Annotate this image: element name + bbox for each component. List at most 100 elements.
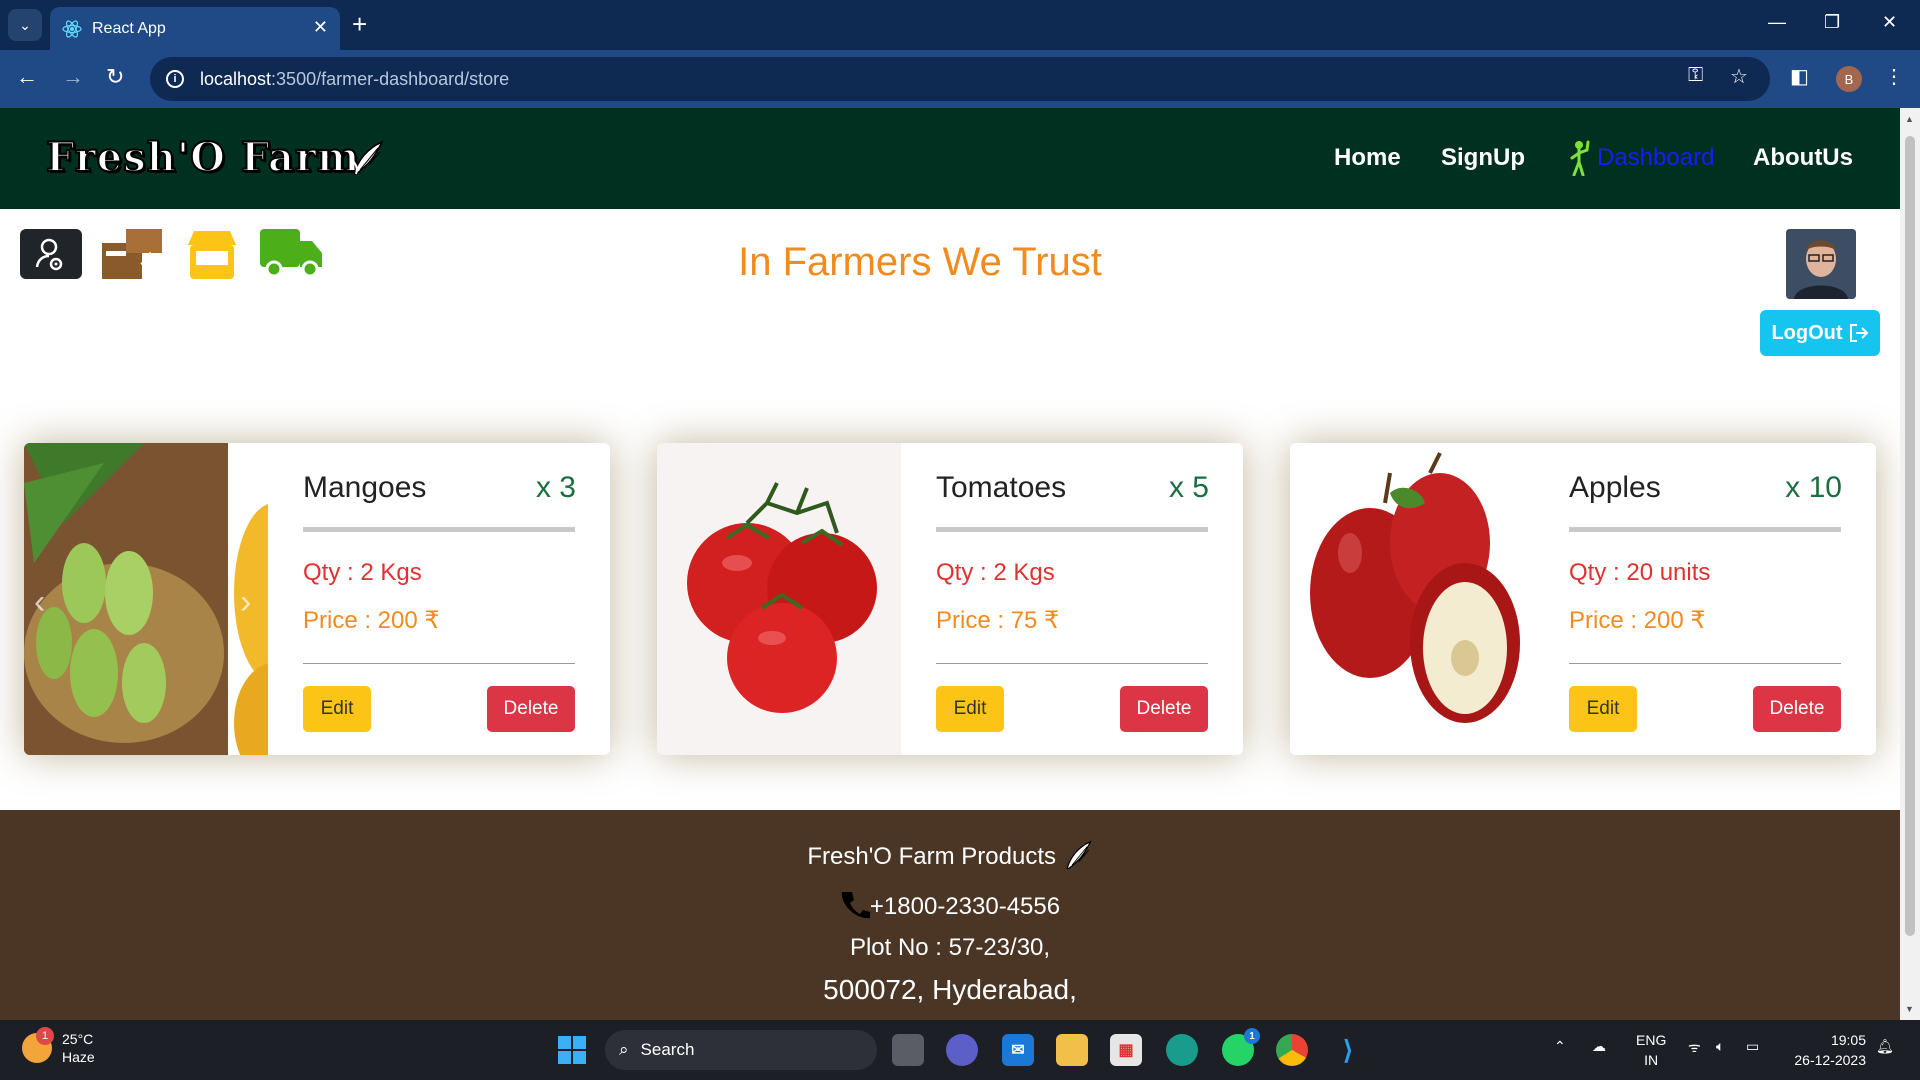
chrome-icon[interactable]: [1276, 1034, 1308, 1066]
vscode-icon[interactable]: ⟩: [1332, 1034, 1364, 1066]
search-icon: ⌕: [619, 1040, 629, 1059]
whatsapp-icon[interactable]: 1: [1222, 1028, 1260, 1066]
store-icon: [188, 231, 236, 279]
taskbar-search[interactable]: ⌕ Search: [605, 1030, 877, 1070]
footer-phone: +1800-2330-4556: [0, 890, 1900, 921]
mail-icon[interactable]: ✉: [1002, 1034, 1034, 1066]
user-avatar[interactable]: [1786, 229, 1856, 299]
wifi-icon[interactable]: ᯤ: [1688, 1038, 1701, 1057]
product-name: Mangoes: [303, 471, 427, 504]
clock-date: 26-12-2023: [1794, 1052, 1866, 1068]
battery-icon[interactable]: ▭: [1746, 1038, 1759, 1055]
address-bar[interactable]: i localhost:3500/farmer-dashboard/store: [150, 57, 1770, 101]
notification-bell-icon[interactable]: 🔔︎: [1876, 1038, 1894, 1055]
profile-avatar[interactable]: B: [1836, 66, 1862, 92]
product-qty: Qty : 2 Kgs: [936, 559, 1055, 586]
delete-button[interactable]: Delete: [487, 686, 575, 732]
edit-button[interactable]: Edit: [936, 686, 1004, 732]
page-scrollbar[interactable]: ▲ ▼: [1900, 108, 1920, 1020]
scrollbar-thumb[interactable]: [1905, 136, 1915, 936]
scroll-down-icon[interactable]: ▼: [1905, 1004, 1914, 1014]
product-carousel[interactable]: [657, 443, 901, 755]
edge-icon[interactable]: [1166, 1034, 1198, 1066]
carousel-next-icon[interactable]: ›: [240, 583, 251, 622]
site-info-icon[interactable]: i: [166, 70, 184, 88]
nav-home[interactable]: Home: [1334, 144, 1401, 172]
tray-overflow-icon[interactable]: ⌃: [1554, 1038, 1566, 1055]
footer-address-line: Plot No : 57-23/30,: [849, 934, 1051, 961]
footer-phone-number: +1800-2330-4556: [869, 893, 1061, 920]
site-navbar: Fresh'O Farm Home SignUp Dashboard About…: [0, 108, 1900, 209]
delivery-button[interactable]: [260, 229, 324, 284]
reload-icon[interactable]: ↻: [106, 64, 124, 90]
product-card-mangoes: ‹ › Mangoes x 3 Qty : 2 Kgs Price : 200 …: [24, 443, 610, 755]
volume-icon[interactable]: 🔈︎: [1716, 1038, 1724, 1055]
input-language[interactable]: ENG IN: [1636, 1030, 1666, 1070]
lang-code: ENG: [1636, 1032, 1667, 1048]
upload-product-button[interactable]: [102, 229, 164, 284]
close-window-icon[interactable]: ✕: [1882, 12, 1897, 33]
farmer-icon: [1570, 140, 1590, 176]
wheat-leaf-icon: [351, 140, 384, 175]
edit-button[interactable]: Edit: [303, 686, 371, 732]
browser-tab-bar: ⌄ React App ✕ + — ❐ ✕: [0, 0, 1920, 50]
carousel-prev-icon[interactable]: ‹: [1300, 583, 1311, 622]
divider: [303, 663, 575, 664]
nav-aboutus[interactable]: AboutUs: [1753, 144, 1853, 172]
weather-widget[interactable]: 1 25°C Haze: [22, 1027, 95, 1066]
footer-title-text: Fresh'O Farm Products: [807, 843, 1056, 870]
divider: [303, 527, 575, 532]
truck-icon: [260, 229, 322, 278]
system-clock[interactable]: 19:05 26-12-2023: [1786, 1030, 1866, 1070]
edit-button[interactable]: Edit: [1569, 686, 1637, 732]
teams-icon[interactable]: [946, 1034, 978, 1066]
carousel-prev-icon[interactable]: ‹: [34, 583, 45, 622]
delete-button[interactable]: Delete: [1753, 686, 1841, 732]
logout-label: LogOut: [1771, 321, 1843, 344]
side-panel-icon[interactable]: ◧: [1790, 64, 1809, 89]
apples-image: [1290, 443, 1534, 755]
product-price: Price : 75 ₹: [936, 607, 1060, 634]
logout-button[interactable]: LogOut: [1760, 310, 1880, 356]
product-qty: Qty : 20 units: [1569, 559, 1711, 586]
new-tab-button[interactable]: +: [352, 10, 367, 38]
nav-signup[interactable]: SignUp: [1441, 144, 1525, 172]
logout-icon: [1849, 324, 1868, 342]
product-carousel[interactable]: ‹: [1290, 443, 1534, 755]
product-card-apples: ‹ Apples x 10 Qty : 20 units Price : 200…: [1290, 443, 1876, 755]
product-carousel[interactable]: ‹ ›: [24, 443, 268, 755]
profile-photo: [1786, 229, 1856, 299]
clock-time: 19:05: [1830, 1032, 1866, 1048]
footer-title: Fresh'O Farm Products: [0, 840, 1900, 871]
close-tab-icon[interactable]: ✕: [313, 17, 328, 38]
restore-icon[interactable]: ❐: [1824, 12, 1840, 33]
store-app-icon[interactable]: ▦: [1110, 1034, 1142, 1066]
whatsapp-badge: 1: [1244, 1028, 1260, 1044]
nav-dashboard[interactable]: Dashboard: [1597, 144, 1714, 172]
task-view-icon[interactable]: [892, 1034, 924, 1066]
browser-tab[interactable]: React App ✕: [50, 7, 340, 50]
tab-search-button[interactable]: ⌄: [8, 9, 42, 41]
delete-button[interactable]: Delete: [1120, 686, 1208, 732]
react-icon: [62, 19, 82, 38]
bookmark-star-icon[interactable]: ☆: [1730, 64, 1748, 89]
store-button[interactable]: [186, 229, 238, 284]
chrome-menu-icon[interactable]: ⋮: [1884, 64, 1904, 89]
scroll-up-icon[interactable]: ▲: [1905, 114, 1914, 124]
url-path: :3500/farmer-dashboard/store: [271, 68, 510, 89]
forward-icon[interactable]: →: [62, 64, 84, 90]
brand-logo[interactable]: Fresh'O Farm: [45, 133, 360, 182]
search-label: Search: [640, 1040, 695, 1059]
windows-start-icon[interactable]: [556, 1034, 588, 1066]
user-gear-icon: [20, 229, 82, 279]
tomatoes-image: [657, 443, 901, 755]
file-explorer-icon[interactable]: [1056, 1034, 1088, 1066]
onedrive-icon[interactable]: ☁: [1592, 1038, 1606, 1055]
password-key-icon[interactable]: ⚿: [1688, 64, 1703, 87]
footer-city-line: 500072, Hyderabad,: [823, 974, 1077, 1005]
profile-settings-button[interactable]: [20, 229, 82, 284]
site-footer: Fresh'O Farm Products +1800-2330-4556 Pl…: [0, 810, 1900, 1020]
weather-sun-icon: 1: [22, 1027, 54, 1063]
back-icon[interactable]: ←: [16, 64, 38, 90]
minimize-icon[interactable]: —: [1768, 12, 1786, 33]
